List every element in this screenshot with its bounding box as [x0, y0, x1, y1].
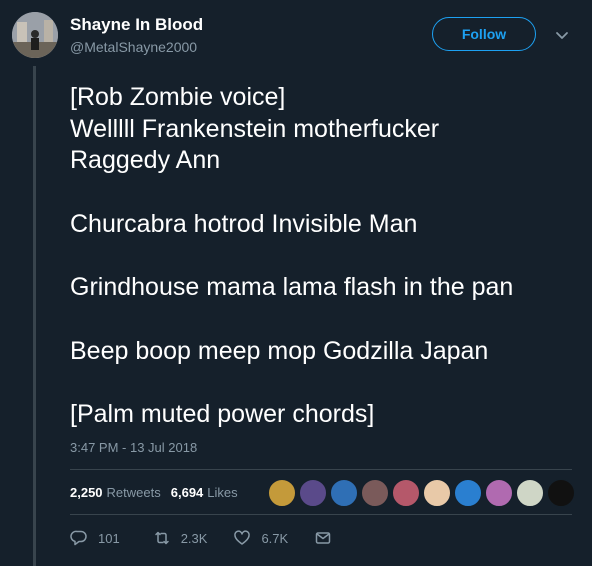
direct-message-button[interactable] [314, 529, 342, 547]
tweet-line: Welllll Frankenstein motherfucker [70, 114, 440, 143]
tweet-timestamp[interactable]: 3:47 PM - 13 Jul 2018 [70, 440, 197, 455]
retweets-stat[interactable]: 2,250 Retweets [70, 485, 161, 500]
liker-avatar[interactable] [361, 479, 389, 507]
envelope-icon [315, 532, 331, 544]
avatar[interactable] [12, 12, 58, 58]
retweets-label: Retweets [106, 485, 161, 500]
likes-stat[interactable]: 6,694 Likes [171, 485, 238, 500]
heart-icon [234, 530, 251, 545]
retweet-count: 2.3K [180, 530, 208, 546]
avatar-image [12, 12, 58, 58]
liker-avatar[interactable] [547, 479, 575, 507]
liker-avatar[interactable] [268, 479, 296, 507]
liker-avatar[interactable] [330, 479, 358, 507]
liker-avatar[interactable] [454, 479, 482, 507]
follow-button[interactable]: Follow [432, 17, 536, 51]
reply-icon [70, 530, 87, 546]
likes-count: 6,694 [170, 485, 204, 500]
like-count: 6.7K [261, 530, 289, 546]
tweet-line: Grindhouse mama lama flash in the pan [70, 273, 514, 301]
tweet-line: [Palm muted power chords] [70, 400, 375, 428]
likes-label: Likes [207, 485, 238, 500]
tweet-line: Raggedy Ann [70, 146, 221, 174]
like-button[interactable]: 6.7K [233, 529, 288, 547]
tweet-line: Churcabra hotrod Invisible Man [70, 209, 418, 238]
tweet-actions: 101 2.3K 6.7K [70, 529, 342, 547]
liker-avatars [268, 479, 578, 507]
liker-avatar[interactable] [299, 479, 327, 507]
user-handle[interactable]: @MetalShayne2000 [70, 39, 197, 55]
retweet-icon [154, 531, 169, 545]
retweets-count: 2,250 [70, 485, 103, 500]
display-name[interactable]: Shayne In Blood [70, 15, 203, 35]
reply-button[interactable]: 101 [70, 529, 120, 547]
chevron-down-icon[interactable] [553, 26, 571, 44]
liker-avatar[interactable] [516, 479, 544, 507]
tweet-line: [Rob Zombie voice] [70, 83, 286, 111]
retweet-button[interactable]: 2.3K [153, 529, 208, 547]
liker-avatar[interactable] [485, 479, 513, 507]
tweet-line: Beep boop meep mop Godzilla Japan [70, 336, 489, 365]
reply-count: 101 [98, 530, 120, 546]
thread-line [33, 66, 36, 566]
engagement-stats: 2,250 Retweets 6,694 Likes [70, 485, 238, 500]
liker-avatar[interactable] [392, 479, 420, 507]
tweet-text: [Rob Zombie voice] Welllll Frankenstein … [70, 82, 580, 431]
divider [70, 469, 572, 470]
liker-avatar[interactable] [423, 479, 451, 507]
divider [70, 514, 572, 515]
